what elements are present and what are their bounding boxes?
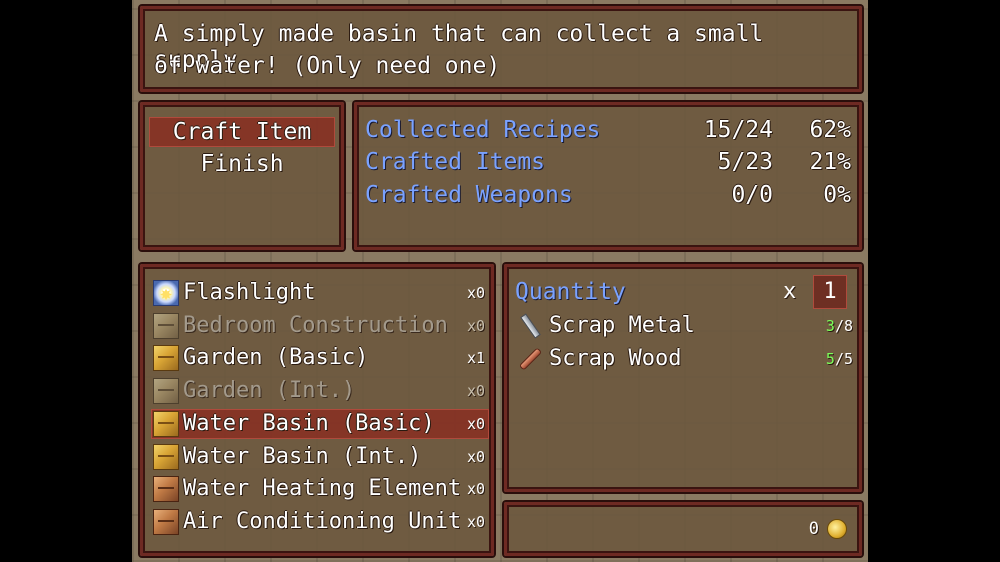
recipe-qty: x0 (466, 513, 485, 531)
ingredients-window: Quantity x 1 Scrap Metal 3/8 Scrap Wood … (504, 264, 862, 492)
help-window: A simply made basin that can collect a s… (140, 6, 862, 92)
finish-command[interactable]: Finish (149, 149, 335, 179)
ingredient-scrap-metal: Scrap Metal 3/8 (515, 311, 855, 341)
crafted-weapons-count: 0/0 (731, 182, 773, 208)
quantity-selector[interactable]: 1 (813, 275, 847, 309)
recipe-item-garden-int[interactable]: Garden (Int.) x0 (151, 376, 489, 406)
crate-icon (153, 313, 179, 339)
recipe-qty: x0 (466, 448, 485, 466)
recipe-qty: x0 (466, 382, 485, 400)
ingredient-name: Scrap Wood (549, 346, 682, 371)
ingredient-name: Scrap Metal (549, 313, 695, 338)
recipe-name: Bedroom Construction (183, 313, 448, 338)
gold-window: 0 (504, 502, 862, 556)
recipe-qty: x0 (466, 480, 485, 498)
quantity-multiplier: x (783, 279, 797, 304)
crafted-items-count: 5/23 (717, 149, 773, 175)
recipe-name: Air Conditioning Unit (183, 509, 462, 534)
collected-recipes-label: Collected Recipes (365, 117, 601, 143)
gold-amount: 0 (808, 519, 819, 539)
ingredient-count: 5/5 (825, 350, 853, 368)
recipe-qty: x1 (466, 349, 485, 367)
scrap-metal-icon (517, 313, 543, 339)
recipe-qty: x0 (466, 284, 485, 302)
crafted-weapons-percent: 0% (823, 182, 851, 208)
ingredient-count: 3/8 (825, 317, 853, 335)
crate-icon (153, 411, 179, 437)
recipe-name: Garden (Int.) (183, 378, 356, 403)
recipe-item-flashlight[interactable]: Flashlight x0 (151, 278, 489, 308)
quantity-label: Quantity (515, 279, 626, 305)
crate-icon (153, 378, 179, 404)
crafted-weapons-label: Crafted Weapons (365, 182, 573, 208)
game-screen: A simply made basin that can collect a s… (132, 0, 868, 562)
collected-recipes-percent: 62% (809, 117, 851, 143)
help-text-line-2: of water! (Only need one) (154, 53, 501, 79)
recipe-item-air-conditioning-unit[interactable]: Air Conditioning Unit x0 (151, 507, 489, 537)
crate-icon (153, 444, 179, 470)
stats-window: Collected Recipes 15/24 62% Crafted Item… (354, 102, 862, 250)
flashlight-icon (153, 280, 179, 306)
collected-recipes-count: 15/24 (703, 117, 773, 143)
crafted-items-label: Crafted Items (365, 149, 546, 175)
ingredient-scrap-wood: Scrap Wood 5/5 (515, 344, 855, 374)
recipe-item-bedroom-construction[interactable]: Bedroom Construction x0 (151, 311, 489, 341)
crafted-items-percent: 21% (809, 149, 851, 175)
recipe-name: Water Basin (Int.) (183, 444, 422, 469)
recipe-qty: x0 (466, 415, 485, 433)
craft-item-command[interactable]: Craft Item (149, 117, 335, 147)
brown-crate-icon (153, 476, 179, 502)
scrap-wood-icon (517, 346, 543, 372)
recipe-item-water-heating-element[interactable]: Water Heating Element x0 (151, 474, 489, 504)
recipe-item-water-basin-int[interactable]: Water Basin (Int.) x0 (151, 442, 489, 472)
recipe-name: Water Basin (Basic) (183, 411, 435, 436)
recipe-qty: x0 (466, 317, 485, 335)
brown-crate-icon (153, 509, 179, 535)
recipe-item-water-basin-basic[interactable]: Water Basin (Basic) x0 (151, 409, 489, 439)
crate-icon (153, 345, 179, 371)
command-window: Craft Item Finish (140, 102, 344, 250)
gold-coin-icon (827, 519, 847, 539)
recipe-name: Flashlight (183, 280, 316, 305)
recipe-name: Water Heating Element (183, 476, 462, 501)
recipe-item-garden-basic[interactable]: Garden (Basic) x1 (151, 343, 489, 373)
recipe-list-window: Flashlight x0 Bedroom Construction x0 Ga… (140, 264, 494, 556)
recipe-name: Garden (Basic) (183, 345, 369, 370)
